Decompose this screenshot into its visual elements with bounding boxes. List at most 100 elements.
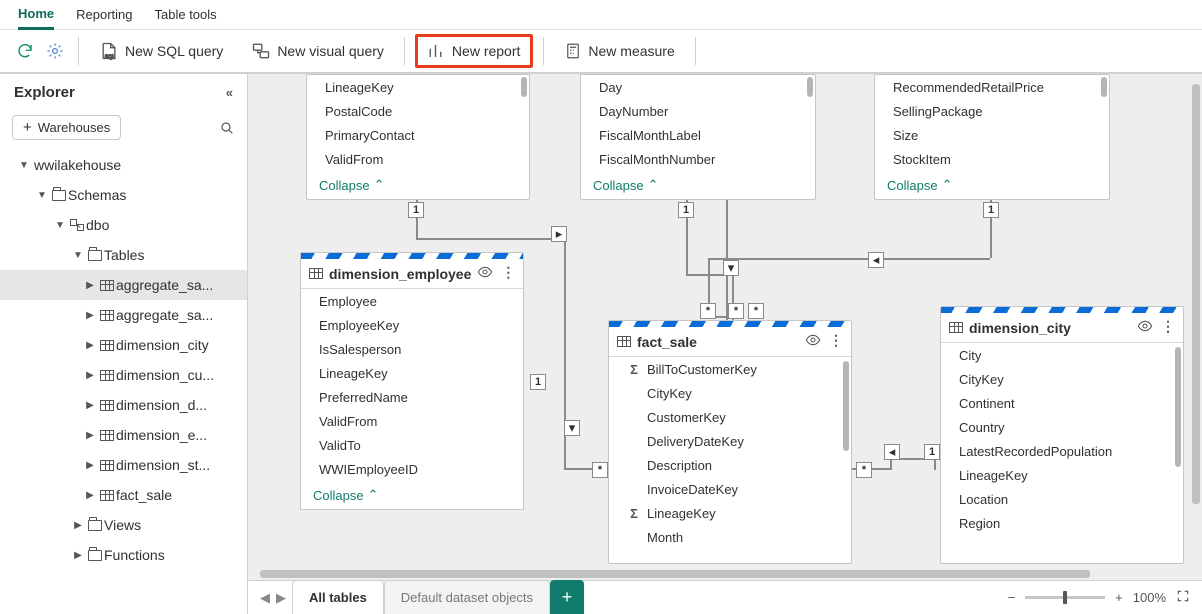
tree-item-label: dimension_cu... [116,367,214,383]
horizontal-scrollbar[interactable] [260,570,1090,578]
entity-card-dimension-city[interactable]: dimension_city ⋮ City CityKey Continent … [940,306,1184,564]
svg-text:SQL: SQL [105,55,115,61]
cardinality-many: * [728,303,744,319]
tree-functions-label: Functions [104,547,165,563]
new-sql-query-label: New SQL query [125,43,223,59]
collapse-button[interactable]: Collapse⌃ [581,171,815,199]
zoom-in-button[interactable]: + [1115,590,1123,605]
tree-table-item[interactable]: ▶ fact_sale [0,480,247,510]
tab-reporting[interactable]: Reporting [76,1,132,28]
tree-table-item[interactable]: ▶ dimension_e... [0,420,247,450]
settings-button[interactable] [42,34,68,68]
cardinality-one: 1 [983,202,999,218]
entity-card-cut[interactable]: Day DayNumber FiscalMonthLabel FiscalMon… [580,74,816,200]
tree-tables[interactable]: ▼ Tables [0,240,247,270]
direction-arrow-icon: ▾ [723,260,739,276]
more-icon[interactable]: ⋮ [501,264,515,283]
cardinality-many: * [700,303,716,319]
field-item: ΣLineageKey [609,501,851,525]
collapse-button[interactable]: Collapse⌃ [307,171,529,199]
field-item: LatestRecordedPopulation [941,439,1183,463]
table-icon [98,370,116,381]
field-item: RecommendedRetailPrice [875,75,1109,99]
more-icon[interactable]: ⋮ [1161,318,1175,337]
tree-functions[interactable]: ▶ Functions [0,540,247,570]
folder-icon [86,550,104,561]
tree-table-item[interactable]: ▶ aggregate_sa... [0,270,247,300]
field-item: LineageKey [301,361,523,385]
entity-card-fact-sale[interactable]: fact_sale ⋮ ΣBillToCustomerKey CityKey C… [608,320,852,564]
visibility-icon[interactable] [477,264,493,283]
tree-views[interactable]: ▶ Views [0,510,247,540]
chevron-right-icon: ▶ [82,370,98,381]
tree-item-label: dimension_st... [116,457,210,473]
calculator-icon [564,42,582,60]
sql-query-icon: SQL [99,41,119,61]
new-report-button[interactable]: New report [415,34,533,68]
bottom-tab-default-dataset[interactable]: Default dataset objects [384,580,550,614]
fit-to-screen-icon[interactable] [1176,589,1190,606]
chevron-right-icon: ▶ [82,460,98,471]
new-sql-query-button[interactable]: SQL New SQL query [89,34,233,68]
search-icon[interactable] [219,120,235,136]
tree-table-item[interactable]: ▶ dimension_st... [0,450,247,480]
tab-nav-next-icon[interactable]: ▶ [276,590,286,606]
zoom-slider[interactable] [1025,596,1105,599]
chevron-down-icon: ▼ [34,190,50,201]
field-item: WWIEmployeeID [301,457,523,481]
entity-card-cut[interactable]: LineageKey PostalCode PrimaryContact Val… [306,74,530,200]
visibility-icon[interactable] [1137,318,1153,337]
field-item: ValidTo [301,433,523,457]
cardinality-many: * [592,462,608,478]
vertical-scrollbar[interactable] [1192,84,1200,504]
tree-root[interactable]: ▼ wwilakehouse [0,150,247,180]
more-icon[interactable]: ⋮ [829,332,843,351]
tree-table-item[interactable]: ▶ dimension_cu... [0,360,247,390]
field-item: CustomerKey [609,405,851,429]
new-visual-query-button[interactable]: New visual query [241,34,394,68]
entity-card-dimension-employee[interactable]: dimension_employee ⋮ Employee EmployeeKe… [300,252,524,510]
tree-table-item[interactable]: ▶ dimension_d... [0,390,247,420]
field-item: Day [581,75,815,99]
tree-table-item[interactable]: ▶ aggregate_sa... [0,300,247,330]
bottom-tab-add[interactable]: + [550,580,584,614]
visual-query-icon [251,41,271,61]
chevron-right-icon: ▶ [82,400,98,411]
card-title: fact_sale [637,334,697,350]
zoom-out-button[interactable]: − [1008,590,1016,605]
tree-schemas[interactable]: ▼ Schemas [0,180,247,210]
direction-arrow-icon: ▸ [551,226,567,242]
field-item: Country [941,415,1183,439]
direction-arrow-icon: ◂ [868,252,884,268]
tree-dbo[interactable]: ▼ dbo [0,210,247,240]
table-icon [98,460,116,471]
collapse-pane-icon[interactable]: « [226,85,233,100]
add-warehouse-button[interactable]: + Warehouses [12,115,121,140]
tree-dbo-label: dbo [86,217,109,233]
explorer-title: Explorer [14,84,75,101]
collapse-button[interactable]: Collapse⌃ [875,171,1109,199]
chevron-up-icon: ⌃ [368,487,379,503]
tab-table-tools[interactable]: Table tools [155,1,217,28]
tree-table-item[interactable]: ▶ dimension_city [0,330,247,360]
new-measure-button[interactable]: New measure [554,34,684,68]
tab-nav-prev-icon[interactable]: ◀ [260,590,270,606]
bottom-tab-all-tables[interactable]: All tables [292,580,384,614]
table-icon [98,490,116,501]
table-icon [309,268,323,279]
field-item: City [941,343,1183,367]
field-item: CityKey [941,367,1183,391]
visibility-icon[interactable] [805,332,821,351]
table-icon [98,340,116,351]
tab-home[interactable]: Home [18,0,54,30]
collapse-button[interactable]: Collapse⌃ [301,481,523,509]
field-item: FiscalMonthLabel [581,123,815,147]
field-item: DeliveryDateKey [609,429,851,453]
tree-item-label: aggregate_sa... [116,307,213,323]
entity-card-cut[interactable]: RecommendedRetailPrice SellingPackage Si… [874,74,1110,200]
field-item: Continent [941,391,1183,415]
refresh-button[interactable] [12,34,38,68]
refresh-icon [16,42,34,60]
cardinality-one: 1 [924,444,940,460]
cardinality-many: * [748,303,764,319]
